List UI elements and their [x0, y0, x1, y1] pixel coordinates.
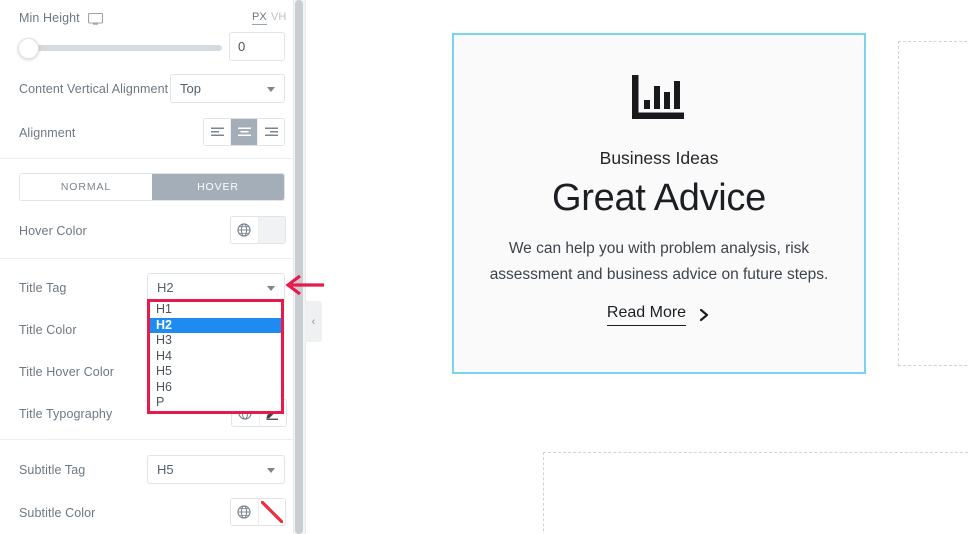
- hover-color-control: [230, 216, 286, 244]
- alignment-button-group: [203, 118, 285, 146]
- card-subtitle: Business Ideas: [599, 148, 719, 168]
- dropdown-option[interactable]: H3: [150, 333, 281, 349]
- panel-collapse-handle[interactable]: ‹: [305, 301, 322, 342]
- dropdown-option[interactable]: P: [150, 395, 281, 411]
- min-height-label: Min Height: [19, 11, 80, 25]
- bar-chart-icon: [632, 75, 684, 119]
- title-tag-dropdown[interactable]: H1 H2 H3 H4 H5 H6 P: [147, 299, 284, 414]
- title-color-label: Title Color: [19, 323, 77, 337]
- title-tag-value: H2: [157, 280, 174, 295]
- state-tab-group: NORMAL HOVER: [19, 173, 285, 201]
- dropdown-option-selected[interactable]: H2: [150, 317, 281, 333]
- title-tag-label: Title Tag: [19, 281, 67, 295]
- subtitle-color-swatch[interactable]: [258, 499, 285, 525]
- min-height-slider[interactable]: [10, 38, 225, 59]
- title-typography-label: Title Typography: [19, 407, 113, 421]
- dropdown-option[interactable]: H1: [150, 302, 281, 318]
- content-vertical-alignment-label: Content Vertical Alignment: [19, 82, 169, 96]
- subtitle-tag-label: Subtitle Tag: [19, 463, 86, 477]
- chevron-down-icon: [267, 87, 275, 92]
- empty-column-placeholder[interactable]: [898, 41, 969, 366]
- align-right-button[interactable]: [258, 119, 284, 145]
- align-left-icon: [210, 127, 224, 136]
- align-right-icon: [264, 127, 278, 136]
- subtitle-color-label: Subtitle Color: [19, 506, 96, 520]
- divider: [0, 258, 294, 259]
- align-center-icon: [237, 127, 251, 136]
- slider-track[interactable]: [19, 45, 222, 51]
- read-more-link[interactable]: Read More: [606, 304, 711, 326]
- hover-color-label: Hover Color: [19, 224, 87, 238]
- align-left-button[interactable]: [204, 119, 231, 145]
- monitor-icon[interactable]: [87, 12, 104, 25]
- chevron-down-icon: [267, 286, 275, 291]
- divider: [0, 158, 294, 159]
- dropdown-option[interactable]: H5: [150, 364, 281, 380]
- read-more-label: Read More: [606, 304, 687, 326]
- preview-canvas: Business Ideas Great Advice We can help …: [307, 0, 969, 534]
- dropdown-option[interactable]: H4: [150, 348, 281, 364]
- card-body-text: We can help you with problem analysis, r…: [489, 240, 829, 283]
- min-height-input[interactable]: [229, 32, 285, 61]
- panel-scrollbar-thumb[interactable]: [295, 0, 303, 534]
- globe-icon[interactable]: [231, 217, 259, 243]
- alignment-label: Alignment: [19, 126, 76, 140]
- unit-vh-toggle[interactable]: VH: [271, 11, 286, 23]
- slider-handle[interactable]: [18, 38, 39, 59]
- icon-box-widget[interactable]: Business Ideas Great Advice We can help …: [452, 33, 866, 374]
- tab-hover[interactable]: HOVER: [152, 174, 284, 200]
- content-vertical-alignment-select[interactable]: Top: [170, 74, 285, 103]
- subtitle-tag-value: H5: [157, 462, 174, 477]
- align-center-button[interactable]: [231, 119, 258, 145]
- globe-icon[interactable]: [231, 499, 259, 525]
- title-tag-select[interactable]: H2: [147, 273, 285, 302]
- subtitle-color-control: [230, 498, 286, 526]
- card-title: Great Advice: [552, 177, 766, 219]
- hover-color-swatch[interactable]: [258, 217, 285, 243]
- divider: [0, 439, 294, 440]
- settings-panel: Min Height PX VH Content Vertical Alignm…: [0, 0, 294, 534]
- title-hover-color-label: Title Hover Color: [19, 365, 115, 379]
- unit-px-toggle[interactable]: PX: [252, 11, 267, 25]
- content-vertical-alignment-value: Top: [180, 81, 201, 96]
- dropdown-option[interactable]: H6: [150, 379, 281, 395]
- chevron-down-icon: [267, 468, 275, 473]
- tab-normal[interactable]: NORMAL: [20, 174, 152, 200]
- subtitle-tag-select[interactable]: H5: [147, 455, 285, 484]
- chevron-right-icon: [699, 308, 709, 322]
- empty-section-placeholder[interactable]: [543, 452, 969, 534]
